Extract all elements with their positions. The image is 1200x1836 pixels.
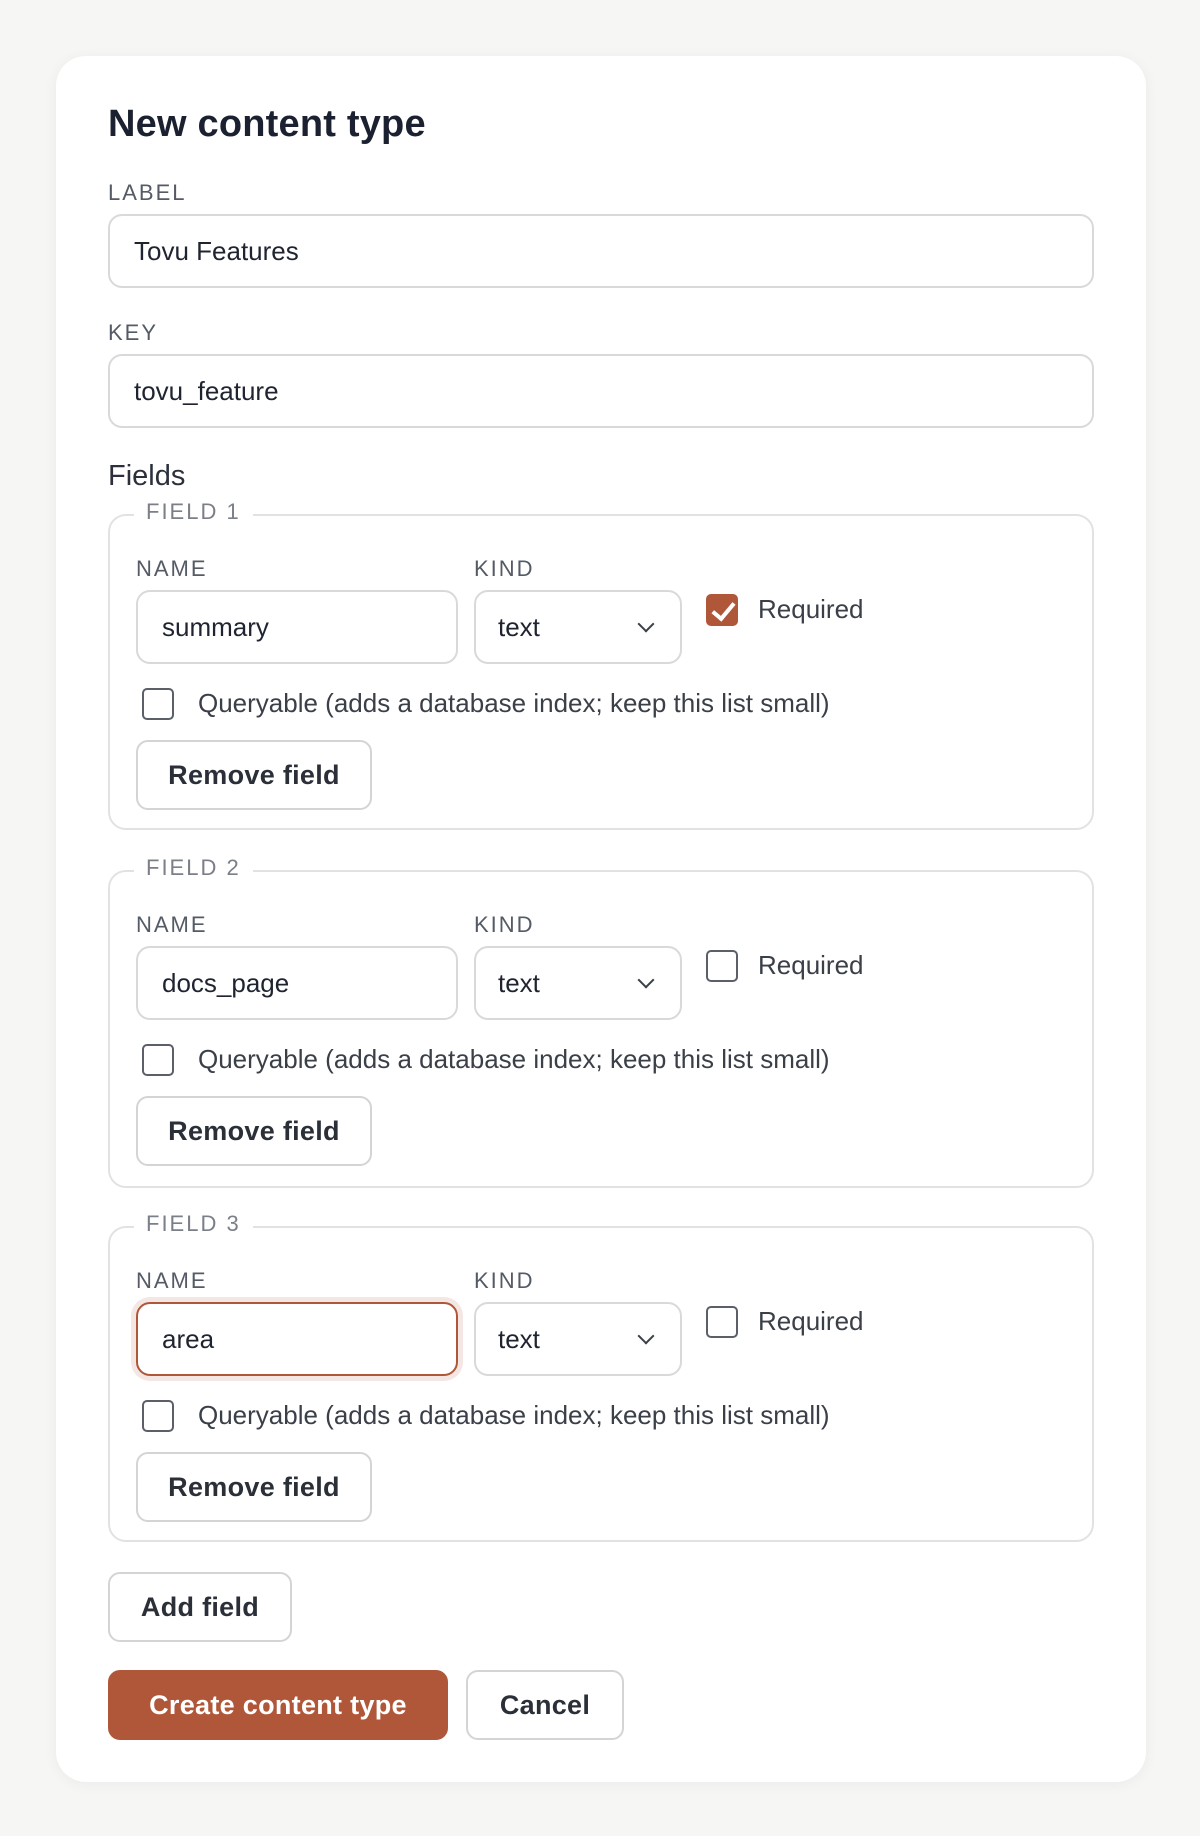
cancel-button[interactable]: Cancel	[466, 1670, 624, 1740]
name-label: NAME	[136, 912, 208, 937]
field-kind-select[interactable]: text	[474, 946, 682, 1020]
field-legend: FIELD 3	[134, 1211, 253, 1237]
field-kind-select[interactable]: text	[474, 1302, 682, 1376]
required-label: Required	[758, 1306, 864, 1336]
field-name-input[interactable]: docs_page	[136, 946, 458, 1020]
queryable-label: Queryable (adds a database index; keep t…	[198, 1044, 830, 1074]
queryable-label: Queryable (adds a database index; keep t…	[198, 688, 830, 718]
add-field-button[interactable]: Add field	[108, 1572, 292, 1642]
required-checkbox[interactable]	[706, 950, 738, 982]
required-label: Required	[758, 950, 864, 980]
label-field-label: LABEL	[108, 180, 187, 205]
label-input[interactable]: Tovu Features	[108, 214, 1094, 288]
key-input[interactable]: tovu_feature	[108, 354, 1094, 428]
field-name-input[interactable]: area	[136, 1302, 458, 1376]
field-name-input[interactable]: summary	[136, 590, 458, 664]
queryable-label: Queryable (adds a database index; keep t…	[198, 1400, 830, 1430]
kind-label: KIND	[474, 1268, 535, 1293]
create-content-type-button[interactable]: Create content type	[108, 1670, 448, 1740]
key-field-label: KEY	[108, 320, 159, 345]
field-legend: FIELD 2	[134, 855, 253, 881]
kind-select-value: text	[498, 611, 540, 642]
field-kind-select[interactable]: text	[474, 590, 682, 664]
remove-field-button[interactable]: Remove field	[136, 1452, 372, 1522]
required-checkbox[interactable]	[706, 1306, 738, 1338]
kind-label: KIND	[474, 912, 535, 937]
chevron-down-icon	[637, 615, 655, 633]
name-label: NAME	[136, 1268, 208, 1293]
name-label: NAME	[136, 556, 208, 581]
queryable-checkbox[interactable]	[142, 1044, 174, 1076]
remove-field-button[interactable]: Remove field	[136, 1096, 372, 1166]
kind-select-value: text	[498, 1323, 540, 1354]
queryable-checkbox[interactable]	[142, 1400, 174, 1432]
queryable-checkbox[interactable]	[142, 688, 174, 720]
remove-field-button[interactable]: Remove field	[136, 740, 372, 810]
required-label: Required	[758, 594, 864, 624]
kind-label: KIND	[474, 556, 535, 581]
field-fieldset-3: FIELD 3 NAME area KIND text Required Que…	[108, 1211, 1094, 1542]
chevron-down-icon	[637, 1327, 655, 1345]
fields-heading: Fields	[108, 460, 186, 492]
required-checkbox[interactable]	[706, 594, 738, 626]
page-title: New content type	[108, 103, 426, 145]
kind-select-value: text	[498, 967, 540, 998]
field-fieldset-1: FIELD 1 NAME summary KIND text Required …	[108, 499, 1094, 830]
field-fieldset-2: FIELD 2 NAME docs_page KIND text Require…	[108, 855, 1094, 1188]
chevron-down-icon	[637, 971, 655, 989]
field-legend: FIELD 1	[134, 499, 253, 525]
